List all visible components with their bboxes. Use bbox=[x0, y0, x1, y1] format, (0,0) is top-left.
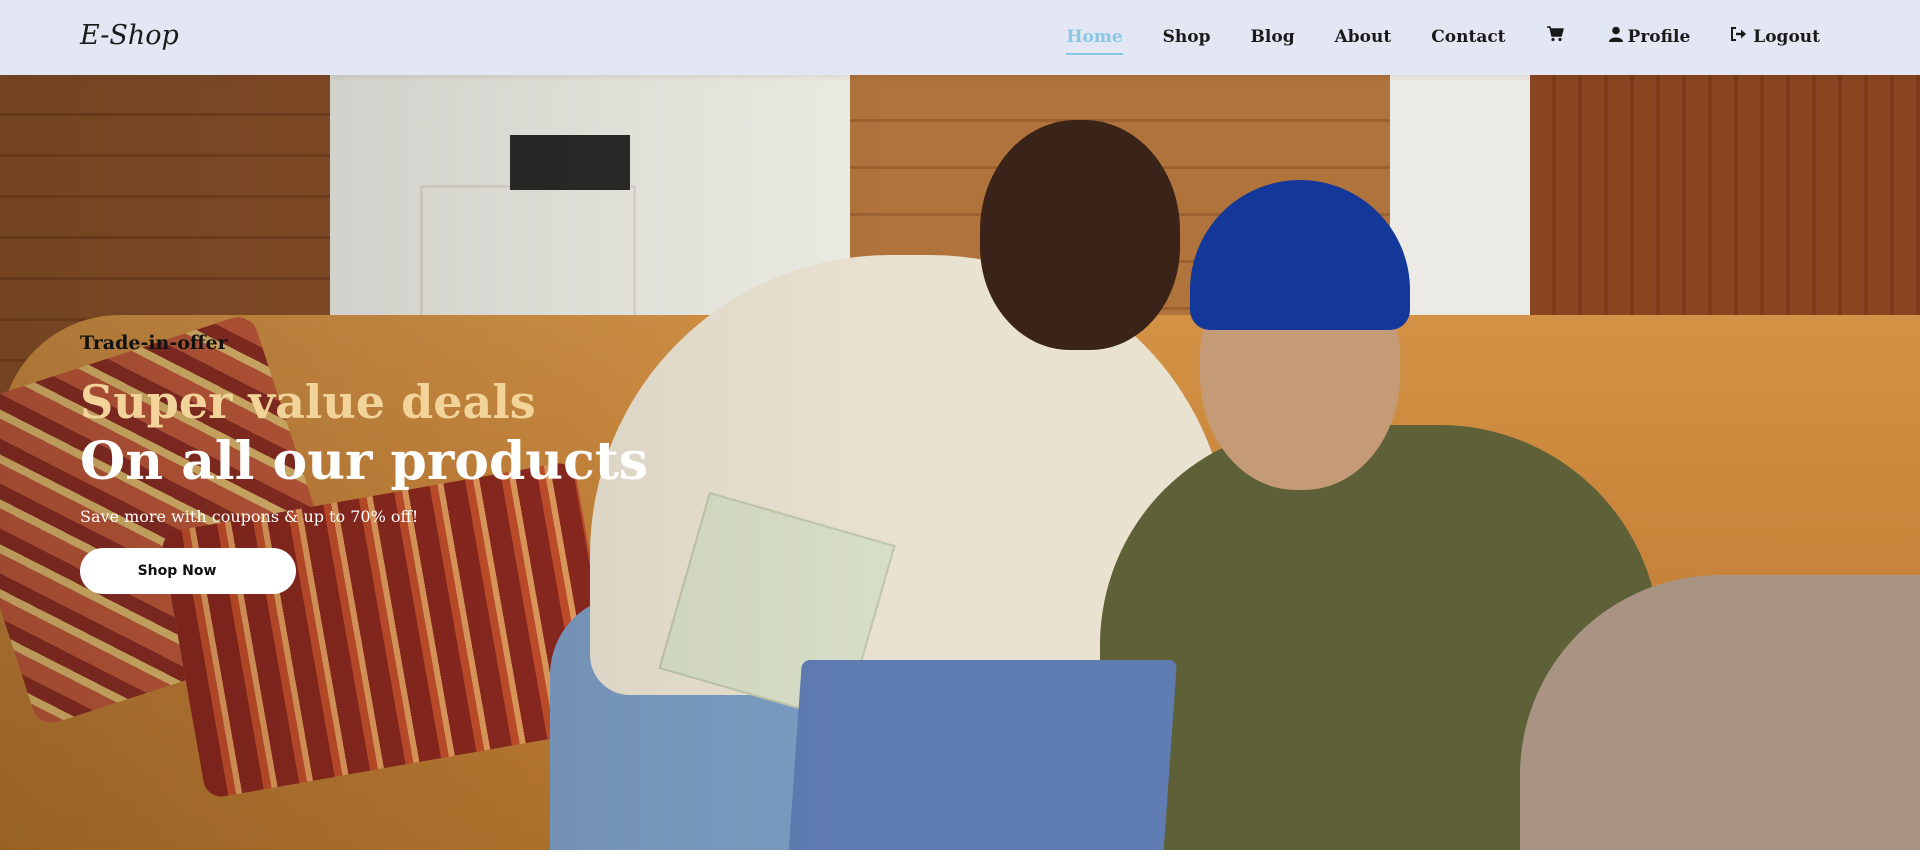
nav-logout-link[interactable]: Logout bbox=[1730, 26, 1820, 49]
hero-headline-deals: Super value deals bbox=[80, 375, 536, 429]
user-icon bbox=[1608, 26, 1623, 47]
hero-kicker: Trade-in-offer bbox=[80, 332, 228, 354]
logout-icon bbox=[1730, 26, 1748, 47]
nav-shop-link[interactable]: Shop bbox=[1163, 27, 1211, 49]
nav-home-link[interactable]: Home bbox=[1066, 27, 1123, 55]
profile-label: Profile bbox=[1627, 26, 1691, 47]
nav-cart-link[interactable] bbox=[1546, 26, 1569, 49]
logout-label: Logout bbox=[1753, 26, 1820, 47]
nav-about-link[interactable]: About bbox=[1335, 27, 1392, 49]
shop-now-button[interactable]: Shop Now bbox=[80, 548, 296, 594]
cart-icon bbox=[1546, 26, 1564, 47]
navbar: E-Shop Home Shop Blog About Contact Prof… bbox=[0, 0, 1920, 75]
nav-menu: Home Shop Blog About Contact Profile Log… bbox=[1026, 0, 1820, 75]
hero-headline-products: On all our products bbox=[80, 431, 649, 492]
brand-logo[interactable]: E-Shop bbox=[80, 20, 179, 51]
nav-blog-link[interactable]: Blog bbox=[1251, 27, 1295, 49]
hero-banner: Trade-in-offer Super value deals On all … bbox=[0, 75, 1920, 850]
hero-subtext: Save more with coupons & up to 70% off! bbox=[80, 507, 419, 526]
nav-contact-link[interactable]: Contact bbox=[1431, 27, 1505, 49]
nav-profile-link[interactable]: Profile bbox=[1608, 26, 1691, 49]
